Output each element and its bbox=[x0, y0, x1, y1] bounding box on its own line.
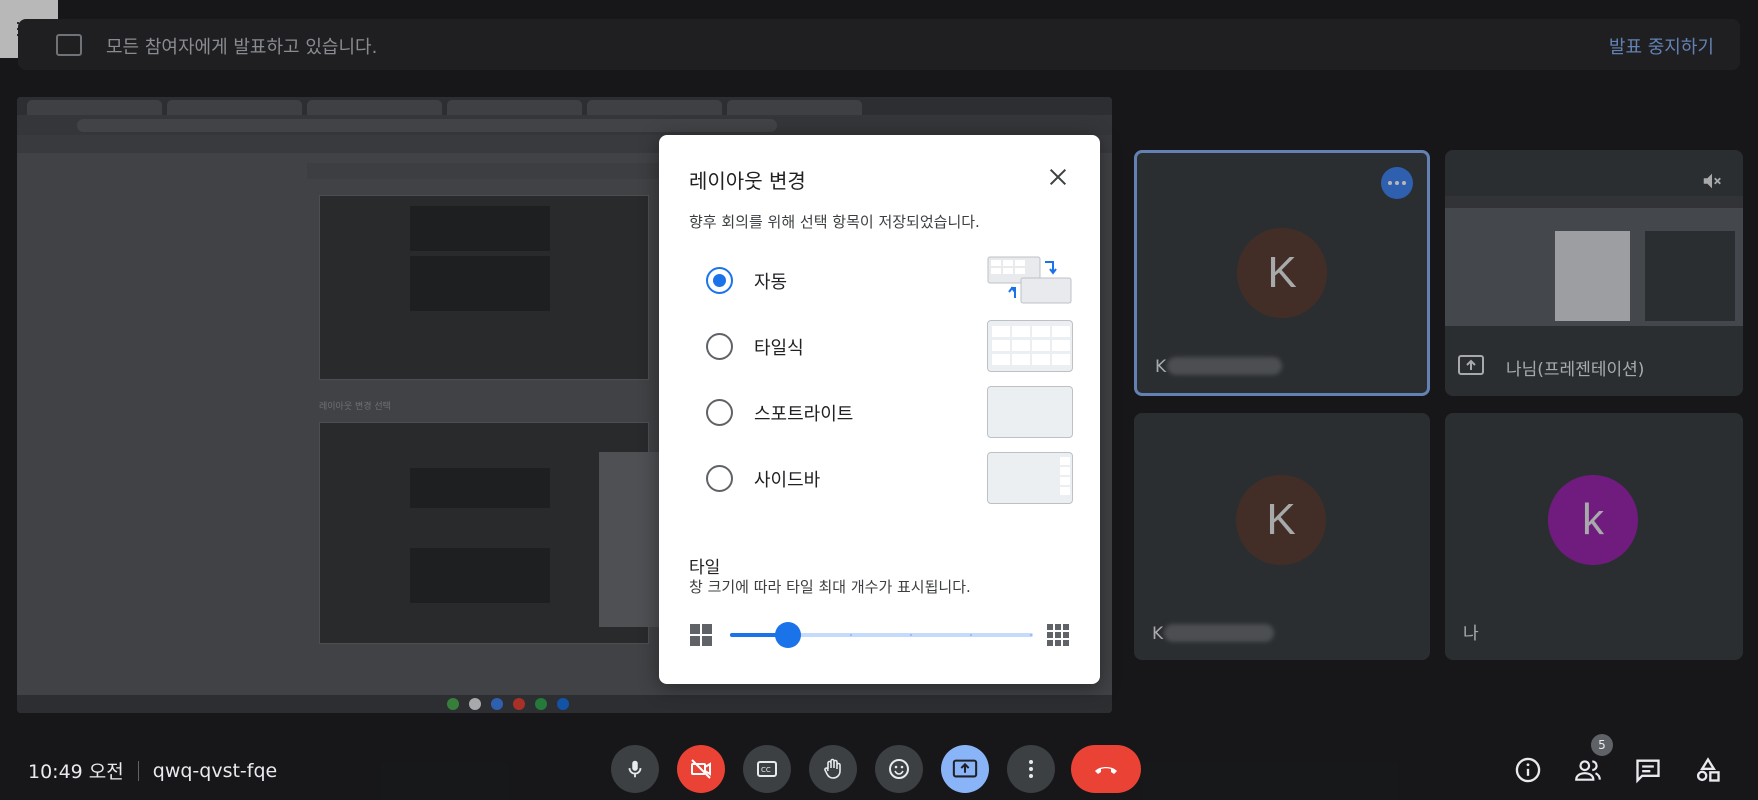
participants-count-badge: 5 bbox=[1591, 734, 1613, 756]
close-icon bbox=[1049, 168, 1067, 186]
people-button[interactable] bbox=[1568, 750, 1608, 790]
meeting-time: 10:49 오전 bbox=[28, 761, 124, 783]
avatar: k bbox=[1548, 475, 1638, 565]
dialog-subtitle: 향후 회의를 위해 선택 항목이 저장되었습니다. bbox=[689, 213, 980, 231]
participant-name: 나님(프레젠테이션) bbox=[1506, 360, 1645, 380]
present-screen-icon bbox=[952, 759, 978, 778]
layout-option-label: 타일식 bbox=[754, 338, 804, 359]
redacted-name bbox=[1167, 357, 1282, 375]
people-icon bbox=[1575, 760, 1601, 781]
raise-hand-button[interactable] bbox=[809, 745, 857, 793]
more-options-button[interactable] bbox=[1381, 167, 1413, 199]
participant-name: K bbox=[1155, 357, 1167, 377]
present-screen-icon bbox=[56, 34, 82, 56]
layout-option-spotlight[interactable]: 스포트라이트 bbox=[689, 386, 1073, 438]
present-button[interactable] bbox=[941, 745, 989, 793]
info-icon bbox=[1515, 757, 1541, 783]
emoji-button[interactable] bbox=[875, 745, 923, 793]
microphone-button[interactable] bbox=[611, 745, 659, 793]
more-options-button[interactable] bbox=[1007, 745, 1055, 793]
tiles-label: 타일 bbox=[689, 558, 721, 578]
present-screen-icon bbox=[1457, 354, 1485, 382]
participant-tile-self[interactable]: k 나 bbox=[1445, 413, 1743, 660]
spotlight-layout-thumbnail bbox=[987, 386, 1073, 438]
avatar: K bbox=[1236, 475, 1326, 565]
chat-icon bbox=[1636, 759, 1660, 784]
slider-thumb[interactable] bbox=[775, 622, 801, 648]
max-tiles-slider[interactable] bbox=[730, 622, 1033, 648]
layout-option-label: 사이드바 bbox=[754, 470, 821, 491]
muted-icon bbox=[1701, 170, 1723, 196]
participant-name: K bbox=[1152, 624, 1164, 644]
meeting-code: qwq-qvst-fqe bbox=[152, 759, 278, 782]
presenting-banner: 모든 참여자에게 발표하고 있습니다. 발표 중지하기 bbox=[18, 19, 1740, 70]
camera-off-icon bbox=[691, 759, 711, 779]
grid-large-icon bbox=[1046, 623, 1070, 651]
participant-tile-presentation[interactable]: 나님(프레젠테이션) bbox=[1445, 150, 1743, 396]
layout-option-tiled[interactable]: 타일식 bbox=[689, 320, 1073, 372]
tiled-layout-thumbnail bbox=[987, 320, 1073, 372]
close-button[interactable] bbox=[1040, 159, 1076, 195]
layout-option-auto[interactable]: 자동 bbox=[689, 254, 1073, 306]
emoji-icon bbox=[889, 759, 909, 779]
participant-tile-3[interactable]: K K bbox=[1134, 413, 1430, 660]
layout-option-label: 자동 bbox=[754, 272, 788, 293]
grid-small-icon bbox=[689, 623, 713, 651]
leave-call-button[interactable] bbox=[1071, 745, 1141, 793]
svg-text:CC: CC bbox=[761, 766, 771, 774]
shared-screen-caption: 레이아웃 변경 선택 bbox=[319, 402, 391, 412]
layout-option-label: 스포트라이트 bbox=[754, 404, 854, 425]
presenting-message: 모든 참여자에게 발표하고 있습니다. bbox=[106, 37, 378, 58]
tiles-description: 창 크기에 따라 타일 최대 개수가 표시됩니다. bbox=[689, 578, 971, 596]
radio-sidebar[interactable] bbox=[706, 465, 733, 492]
meeting-info: 10:49 오전 qwq-qvst-fqe bbox=[28, 757, 277, 784]
redacted-name bbox=[1164, 624, 1274, 642]
participant-name: 나 bbox=[1463, 624, 1479, 644]
chat-button[interactable] bbox=[1628, 750, 1668, 790]
layout-option-sidebar[interactable]: 사이드바 bbox=[689, 452, 1073, 504]
meeting-details-button[interactable] bbox=[1508, 750, 1548, 790]
microphone-icon bbox=[628, 760, 642, 778]
avatar: K bbox=[1237, 228, 1327, 318]
radio-auto[interactable] bbox=[706, 267, 733, 294]
auto-layout-thumbnail bbox=[987, 254, 1073, 306]
radio-spotlight[interactable] bbox=[706, 399, 733, 426]
stop-presenting-button[interactable]: 발표 중지하기 bbox=[1609, 33, 1714, 59]
captions-icon: CC bbox=[757, 761, 777, 777]
change-layout-dialog: 레이아웃 변경 향후 회의를 위해 선택 항목이 저장되었습니다. 자동 타일식 bbox=[659, 135, 1100, 684]
camera-off-button[interactable] bbox=[677, 745, 725, 793]
shapes-icon bbox=[1696, 757, 1720, 782]
radio-tiled[interactable] bbox=[706, 333, 733, 360]
hang-up-icon bbox=[1095, 767, 1117, 774]
sidebar-layout-thumbnail bbox=[987, 452, 1073, 504]
participant-tile-1[interactable]: K K bbox=[1134, 150, 1430, 396]
captions-button[interactable]: CC bbox=[743, 745, 791, 793]
hand-icon bbox=[824, 758, 841, 779]
more-vert-icon bbox=[1029, 760, 1033, 778]
dialog-title: 레이아웃 변경 bbox=[689, 169, 806, 193]
presentation-preview bbox=[1445, 196, 1743, 326]
activities-button[interactable] bbox=[1688, 750, 1728, 790]
